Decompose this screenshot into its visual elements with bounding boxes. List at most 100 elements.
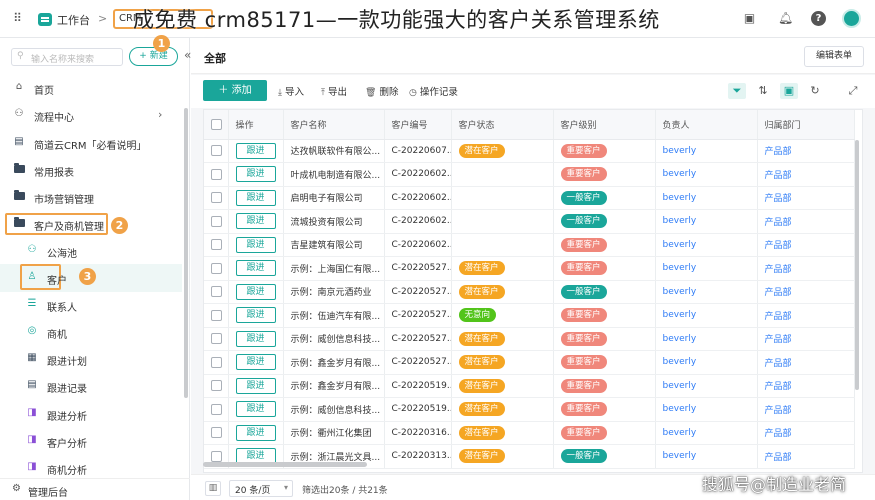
row-checkbox[interactable] bbox=[211, 309, 222, 321]
owner-cell[interactable]: beverly bbox=[655, 233, 758, 257]
customer-name-cell[interactable]: 流城投资有限公司 bbox=[283, 209, 385, 234]
customer-name-cell[interactable]: 叶成机电制造有限公... bbox=[283, 162, 385, 187]
sidebar-item-customer-analysis[interactable]: ◨ 客户分析 bbox=[25, 433, 175, 453]
row-select-cell[interactable] bbox=[204, 303, 229, 328]
sidebar-search-input[interactable]: ⚲ 输入名称来搜索 bbox=[11, 48, 123, 66]
sidebar-item-reports[interactable]: 常用报表 bbox=[12, 162, 182, 182]
owner-cell[interactable]: beverly bbox=[655, 397, 758, 422]
dept-link[interactable]: 产品部 bbox=[765, 265, 792, 275]
row-select-cell[interactable] bbox=[204, 350, 229, 375]
customer-name-cell[interactable]: 示例：上海国仁有限... bbox=[283, 256, 385, 281]
table-row[interactable]: 跟进 示例：衢州江化集团 C-20220316... 潜在客户 重要客户 beverly 产… bbox=[204, 421, 855, 445]
customer-name-cell[interactable]: 示例：鑫金岁月有限... bbox=[283, 374, 385, 398]
dept-cell[interactable]: 产品部 bbox=[757, 256, 855, 281]
sidebar-item-follow-plan[interactable]: ▦ 跟进计划 bbox=[25, 351, 175, 371]
sidebar-item-opportunity[interactable]: ◎ 商机 bbox=[25, 324, 175, 344]
follow-button[interactable]: 跟进 bbox=[235, 354, 276, 371]
owner-cell[interactable]: beverly bbox=[655, 280, 758, 304]
dept-link[interactable]: 产品部 bbox=[765, 241, 792, 251]
sidebar-item-customer[interactable]: ♙ 客户 bbox=[25, 270, 67, 290]
owner-link[interactable]: beverly bbox=[663, 216, 697, 226]
follow-button[interactable]: 跟进 bbox=[235, 330, 276, 347]
table-row[interactable]: 跟进 示例：伍迪汽车有限... C-20220527... 无意向 重要客户 beverl… bbox=[204, 303, 855, 328]
follow-button[interactable]: 跟进 bbox=[235, 307, 276, 324]
owner-cell[interactable]: beverly bbox=[655, 421, 758, 445]
owner-link[interactable]: beverly bbox=[663, 381, 697, 391]
sort-icon[interactable]: ⇅ bbox=[754, 83, 772, 99]
owner-cell[interactable]: beverly bbox=[655, 186, 758, 210]
refresh-icon[interactable]: ↻ bbox=[806, 83, 824, 99]
follow-button[interactable]: 跟进 bbox=[235, 236, 276, 253]
owner-link[interactable]: beverly bbox=[663, 334, 697, 344]
row-checkbox[interactable] bbox=[211, 380, 222, 392]
column-header[interactable]: 操作 bbox=[228, 110, 284, 140]
owner-cell[interactable]: beverly bbox=[655, 139, 758, 163]
owner-cell[interactable]: beverly bbox=[655, 303, 758, 328]
select-all-cell[interactable] bbox=[204, 110, 229, 140]
import-button[interactable]: ⤓ 导入 bbox=[278, 84, 304, 98]
dept-link[interactable]: 产品部 bbox=[765, 453, 792, 463]
customer-name-cell[interactable]: 示例：鑫金岁月有限... bbox=[283, 350, 385, 375]
follow-button[interactable]: 跟进 bbox=[235, 166, 276, 183]
new-button[interactable]: + 新建 bbox=[129, 47, 178, 66]
dept-cell[interactable]: 产品部 bbox=[757, 233, 855, 257]
delete-button[interactable]: 🗑︎ 删除 bbox=[365, 84, 398, 98]
row-select-cell[interactable] bbox=[204, 209, 229, 234]
owner-link[interactable]: beverly bbox=[663, 287, 697, 297]
row-checkbox[interactable] bbox=[211, 239, 222, 251]
column-header[interactable]: 客户级别 bbox=[553, 110, 656, 140]
table-row[interactable]: 跟进 达孜帆联软件有限公... C-20220607... 潜在客户 重要客户 bever… bbox=[204, 139, 855, 163]
sidebar-item-public-pool[interactable]: ⚇ 公海池 bbox=[25, 243, 175, 263]
follow-button[interactable]: 跟进 bbox=[235, 283, 276, 300]
customer-name-cell[interactable]: 示例：威创信息科技... bbox=[283, 397, 385, 422]
customer-name-cell[interactable]: 示例：南京元酒药业 bbox=[283, 280, 385, 304]
admin-link[interactable]: ⚙ 管理后台 bbox=[0, 478, 190, 500]
sidebar-item-follow-record[interactable]: ▤ 跟进记录 bbox=[25, 378, 175, 398]
owner-cell[interactable]: beverly bbox=[655, 162, 758, 187]
column-header[interactable]: 负责人 bbox=[655, 110, 758, 140]
bell-icon[interactable]: 🔔︎ bbox=[778, 11, 793, 26]
table-row[interactable]: 跟进 示例：威创信息科技... C-20220519... 潜在客户 重要客户 bever… bbox=[204, 397, 855, 422]
dept-link[interactable]: 产品部 bbox=[765, 406, 792, 416]
row-checkbox[interactable] bbox=[211, 356, 222, 368]
row-checkbox[interactable] bbox=[211, 168, 222, 180]
add-button[interactable]: ＋ 添加 bbox=[203, 80, 267, 101]
table-row[interactable]: 跟进 示例：鑫金岁月有限... C-20220527... 潜在客户 重要客户 bever… bbox=[204, 350, 855, 375]
owner-link[interactable]: beverly bbox=[663, 310, 697, 320]
log-button[interactable]: ◷ 操作记录 bbox=[409, 84, 458, 98]
row-checkbox[interactable] bbox=[211, 333, 222, 345]
customer-name-cell[interactable]: 示例：衢州江化集团 bbox=[283, 421, 385, 445]
sidebar-item-guide[interactable]: ▤ 简道云CRM「必看说明」 bbox=[12, 135, 182, 155]
table-row[interactable]: 跟进 吉星建筑有限公司 C-20220602... 重要客户 beverly 产品部 bbox=[204, 233, 855, 257]
column-header[interactable]: 客户编号 bbox=[384, 110, 452, 140]
dept-cell[interactable]: 产品部 bbox=[757, 303, 855, 328]
owner-cell[interactable]: beverly bbox=[655, 209, 758, 234]
page-size-select[interactable]: 20 条/页 ▾ bbox=[229, 480, 293, 497]
help-icon[interactable]: ? bbox=[811, 11, 826, 26]
fullscreen-icon[interactable]: ⤢ bbox=[844, 83, 862, 99]
dept-link[interactable]: 产品部 bbox=[765, 147, 792, 157]
column-header[interactable]: 客户名称 bbox=[283, 110, 385, 140]
row-select-cell[interactable] bbox=[204, 162, 229, 187]
row-select-cell[interactable] bbox=[204, 397, 229, 422]
user-avatar[interactable] bbox=[842, 9, 861, 28]
dept-link[interactable]: 产品部 bbox=[765, 429, 792, 439]
row-checkbox[interactable] bbox=[211, 262, 222, 274]
customer-name-cell[interactable]: 达孜帆联软件有限公... bbox=[283, 139, 385, 163]
dept-link[interactable]: 产品部 bbox=[765, 382, 792, 392]
column-header[interactable]: 归属部门 bbox=[757, 110, 855, 140]
follow-button[interactable]: 跟进 bbox=[235, 401, 276, 418]
sidebar-item-opportunity-analysis[interactable]: ◨ 商机分析 bbox=[25, 460, 175, 476]
edit-form-button[interactable]: 编辑表单 bbox=[804, 46, 864, 67]
dept-cell[interactable]: 产品部 bbox=[757, 162, 855, 187]
owner-link[interactable]: beverly bbox=[663, 169, 697, 179]
follow-button[interactable]: 跟进 bbox=[235, 189, 276, 206]
dept-cell[interactable]: 产品部 bbox=[757, 280, 855, 304]
owner-cell[interactable]: beverly bbox=[655, 327, 758, 351]
row-checkbox[interactable] bbox=[211, 450, 222, 462]
table-vertical-scrollbar[interactable] bbox=[855, 140, 859, 390]
sidebar-item-follow-analysis[interactable]: ◨ 跟进分析 bbox=[25, 406, 175, 426]
customer-name-cell[interactable]: 吉星建筑有限公司 bbox=[283, 233, 385, 257]
owner-cell[interactable]: beverly bbox=[655, 256, 758, 281]
row-checkbox[interactable] bbox=[211, 286, 222, 298]
